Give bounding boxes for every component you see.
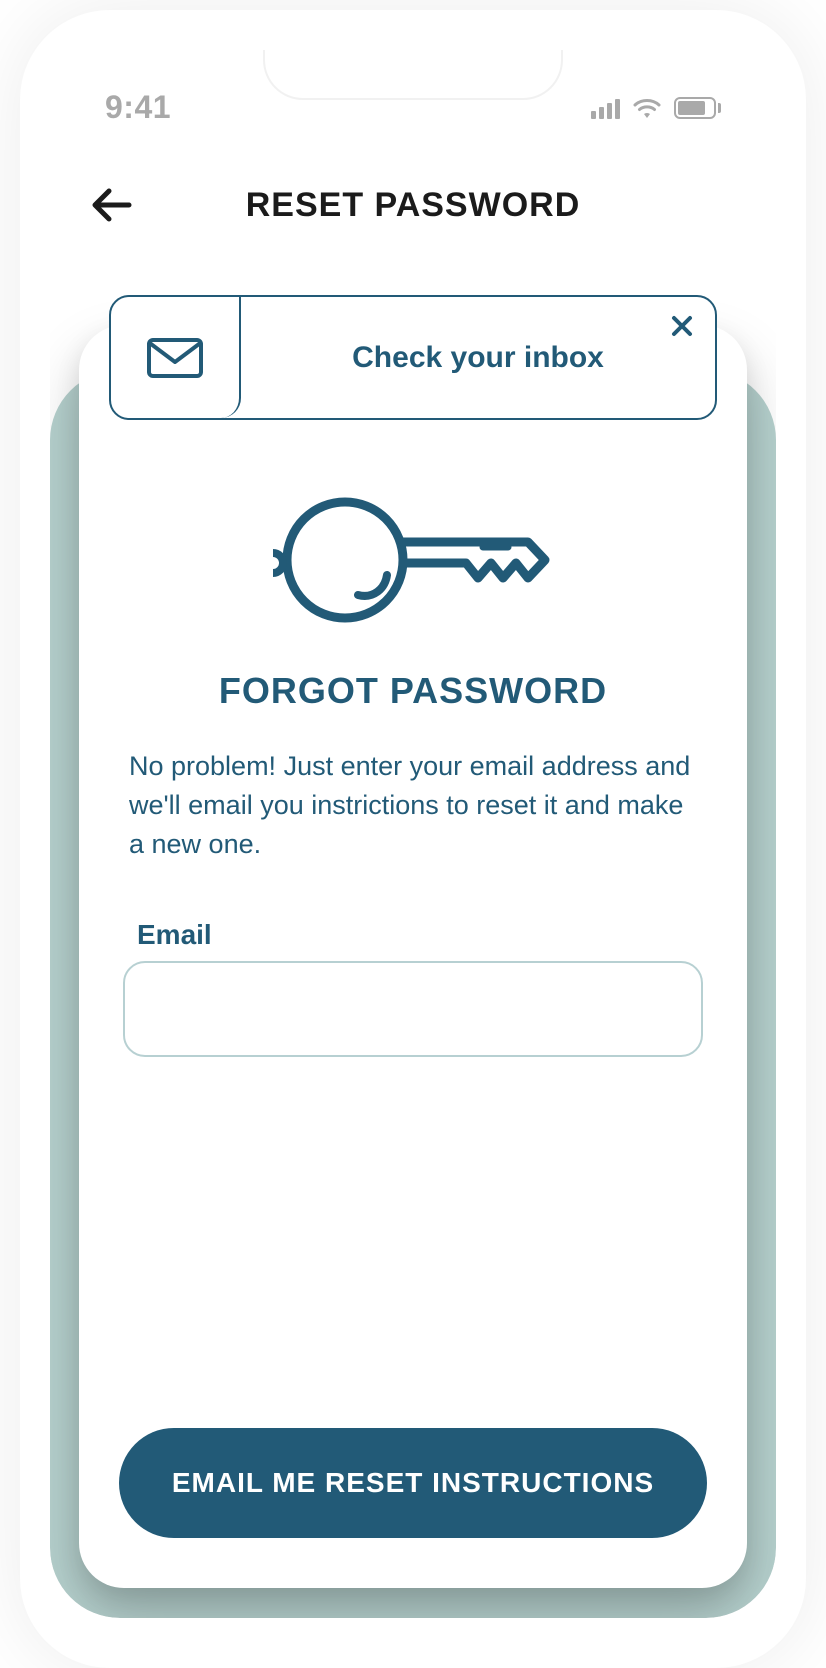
key-illustration	[119, 485, 707, 635]
mail-icon	[147, 338, 203, 378]
email-label: Email	[123, 919, 703, 951]
status-bar: 9:41	[50, 50, 776, 165]
status-time: 9:41	[105, 89, 171, 126]
signal-icon	[591, 97, 620, 119]
email-field-group: Email	[119, 919, 707, 1057]
section-description: No problem! Just enter your email addres…	[119, 747, 707, 864]
toast-body: Check your inbox	[241, 297, 715, 418]
page-header: RESET PASSWORD	[50, 165, 776, 245]
toast-message: Check your inbox	[352, 341, 604, 375]
status-icons	[591, 97, 721, 119]
submit-button[interactable]: EMAIL ME RESET INSTRUCTIONS	[119, 1428, 707, 1538]
back-button[interactable]	[85, 179, 137, 231]
flex-spacer	[119, 1057, 707, 1428]
arrow-left-icon	[89, 187, 133, 223]
email-input[interactable]	[123, 961, 703, 1057]
page-title: RESET PASSWORD	[246, 186, 581, 225]
toast-icon-box	[111, 297, 241, 418]
close-icon	[671, 315, 693, 337]
content-card: Check your inbox FORGOT PASSWORD No prob…	[79, 325, 747, 1588]
battery-icon	[674, 97, 721, 119]
wifi-icon	[632, 97, 662, 119]
phone-frame: 9:41 RESET PASSWORD	[50, 50, 776, 1618]
section-heading: FORGOT PASSWORD	[119, 670, 707, 712]
key-icon	[273, 485, 553, 635]
toast-close-button[interactable]	[667, 311, 697, 341]
toast-inbox: Check your inbox	[109, 295, 717, 420]
